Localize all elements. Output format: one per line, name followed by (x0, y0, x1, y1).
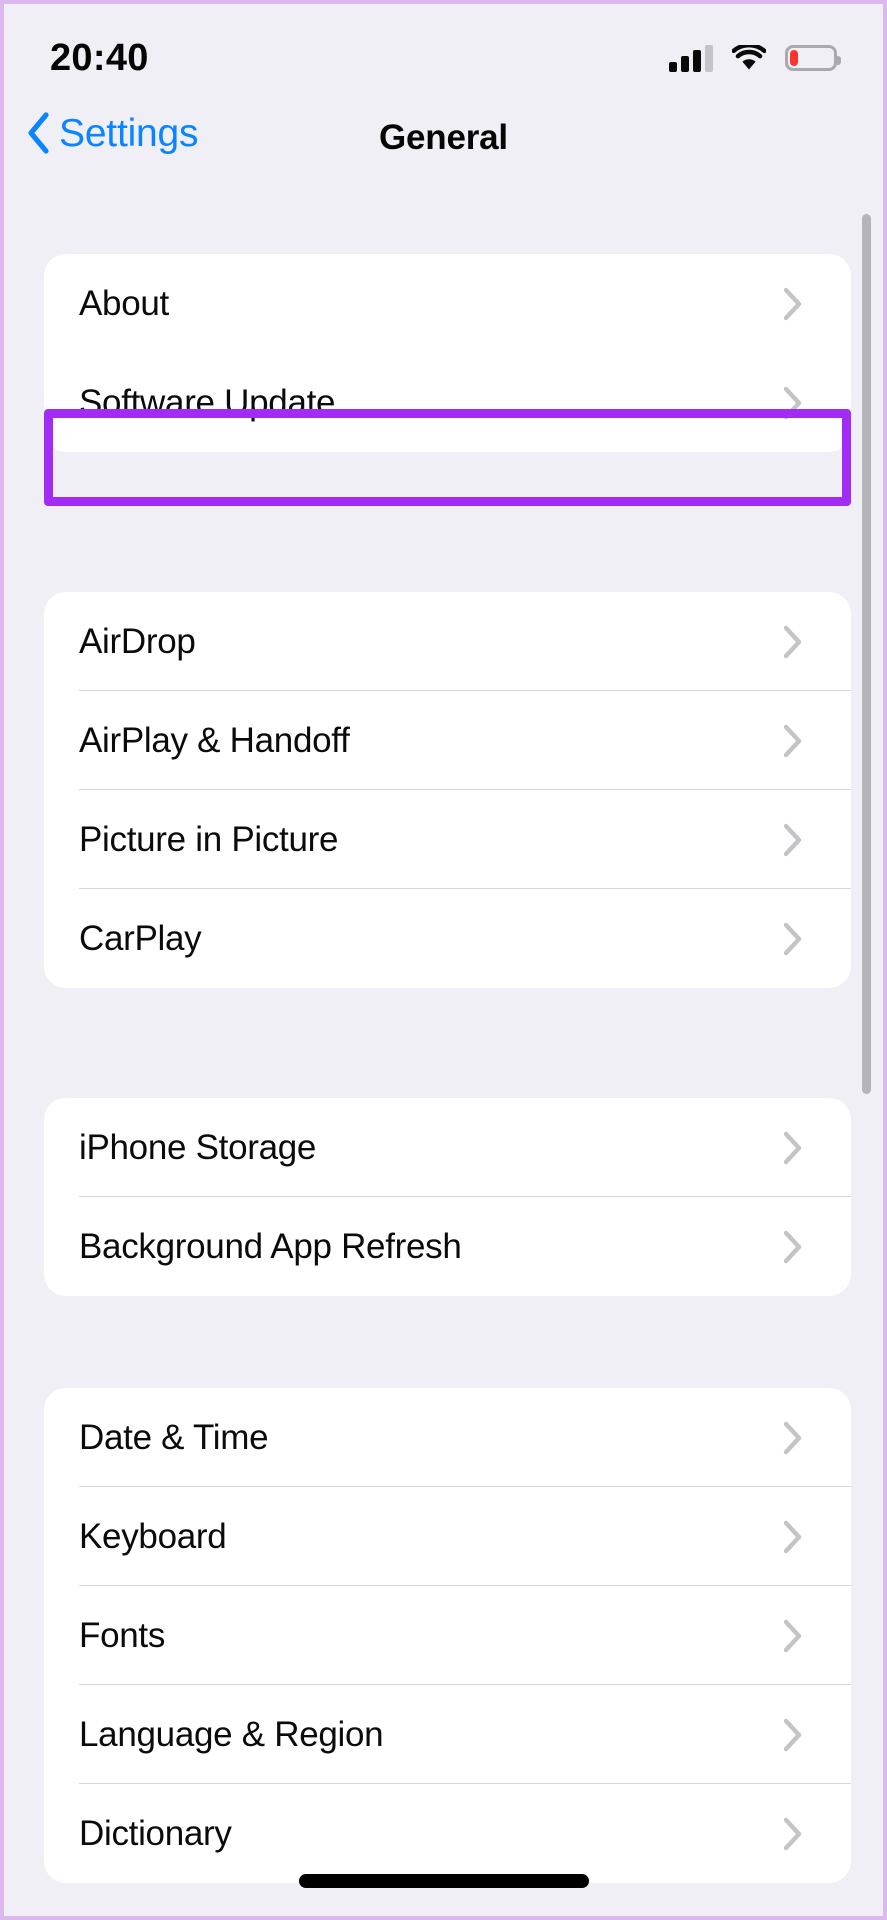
settings-scroll-view[interactable]: About Software Update AirDrop AirPlay & … (4, 192, 883, 1916)
settings-row-label: Background App Refresh (79, 1226, 462, 1266)
settings-group-locale: Date & Time Keyboard Fonts Language & Re… (44, 1388, 851, 1883)
chevron-right-icon (783, 922, 851, 956)
settings-row-label: AirPlay & Handoff (79, 720, 350, 760)
iphone-settings-general-screen: 20:40 Settings General About Software Up… (0, 0, 887, 1920)
settings-row-dictionary[interactable]: Dictionary (44, 1784, 851, 1883)
chevron-right-icon (783, 386, 851, 420)
chevron-right-icon (783, 1230, 851, 1264)
page-title: General (379, 118, 508, 157)
settings-row-carplay[interactable]: CarPlay (44, 889, 851, 988)
battery-low-icon (785, 45, 841, 71)
chevron-right-icon (783, 724, 851, 758)
settings-row-background-app-refresh[interactable]: Background App Refresh (44, 1197, 851, 1296)
settings-row-label: Software Update (79, 382, 336, 422)
settings-row-label: Picture in Picture (79, 819, 339, 859)
settings-group-storage: iPhone Storage Background App Refresh (44, 1098, 851, 1296)
settings-group-system: About Software Update (44, 254, 851, 452)
chevron-right-icon (783, 287, 851, 321)
settings-row-date-time[interactable]: Date & Time (44, 1388, 851, 1487)
chevron-right-icon (783, 1619, 851, 1653)
settings-row-software-update[interactable]: Software Update (44, 353, 851, 452)
settings-row-label: Date & Time (79, 1417, 269, 1457)
settings-row-label: Dictionary (79, 1813, 232, 1853)
settings-row-fonts[interactable]: Fonts (44, 1586, 851, 1685)
home-indicator[interactable] (298, 1874, 589, 1888)
settings-row-label: About (79, 283, 169, 323)
status-bar-icons (669, 37, 841, 72)
status-bar-clock: 20:40 (50, 37, 149, 79)
settings-group-sharing: AirDrop AirPlay & Handoff Picture in Pic… (44, 592, 851, 988)
chevron-right-icon (783, 1131, 851, 1165)
chevron-right-icon (783, 823, 851, 857)
settings-row-label: AirDrop (79, 621, 196, 661)
settings-row-keyboard[interactable]: Keyboard (44, 1487, 851, 1586)
settings-row-about[interactable]: About (44, 254, 851, 353)
settings-row-airplay-handoff[interactable]: AirPlay & Handoff (44, 691, 851, 790)
status-bar: 20:40 (4, 4, 883, 104)
chevron-right-icon (783, 1718, 851, 1752)
settings-row-picture-in-picture[interactable]: Picture in Picture (44, 790, 851, 889)
settings-row-label: Fonts (79, 1615, 166, 1655)
battery-level-fill (790, 50, 798, 66)
vertical-scrollbar[interactable] (862, 214, 871, 1094)
chevron-right-icon (783, 625, 851, 659)
settings-row-label: iPhone Storage (79, 1127, 317, 1167)
settings-row-language-region[interactable]: Language & Region (44, 1685, 851, 1784)
navigation-bar: Settings General (4, 104, 883, 192)
chevron-right-icon (783, 1520, 851, 1554)
wifi-icon (732, 45, 766, 71)
cellular-signal-icon (669, 44, 713, 72)
settings-row-iphone-storage[interactable]: iPhone Storage (44, 1098, 851, 1197)
settings-row-label: Language & Region (79, 1714, 384, 1754)
chevron-right-icon (783, 1817, 851, 1851)
chevron-right-icon (783, 1421, 851, 1455)
settings-row-label: Keyboard (79, 1516, 227, 1556)
settings-row-airdrop[interactable]: AirDrop (44, 592, 851, 691)
settings-row-label: CarPlay (79, 918, 202, 958)
